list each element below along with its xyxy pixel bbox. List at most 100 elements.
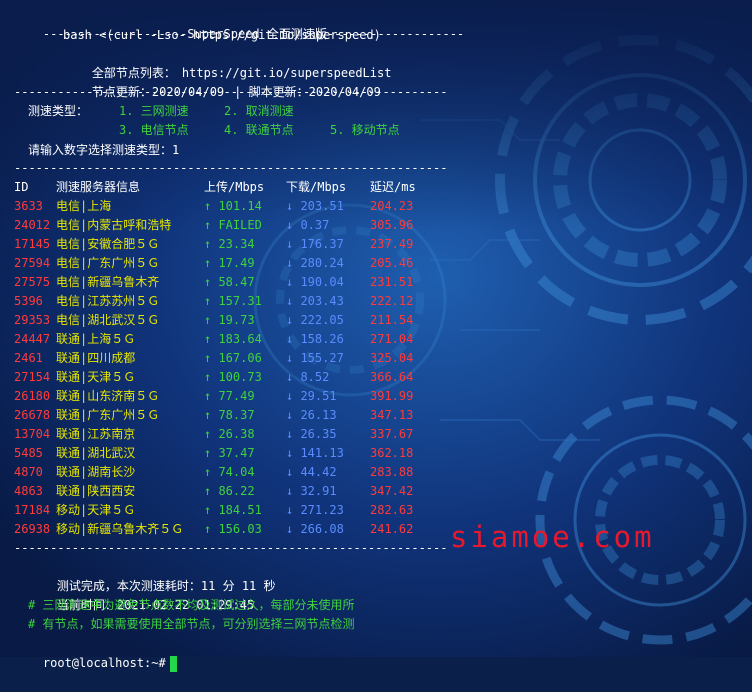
col-header-server: 测速服务器信息 [56,180,141,194]
row-upload: ↑ 77.49 [204,389,255,403]
row-upload: ↑ 157.31 [204,294,262,308]
row-latency: 271.04 [370,332,414,346]
row-latency: 241.62 [370,522,414,536]
menu-type-label: 测速类型： [28,104,89,118]
row-latency: 237.49 [370,237,414,251]
table-row: 2461 联通|四川成都 ↑ 167.06 ↓ 155.27 325.04 [0,349,752,368]
node-list-line: 全部节点列表： https://git.io/superspeedList [63,45,392,80]
table-row: 4863 联通|陕西西安 ↑ 86.22 ↓ 32.91 347.42 [0,482,752,501]
menu-option-5: 5. 移动节点 [330,123,400,137]
row-server: 电信|广东广州５Ｇ [56,256,160,270]
row-id: 27154 [14,370,51,384]
table-row: 27154 联通|天津５Ｇ ↑ 100.73 ↓ 8.52 366.64 [0,368,752,387]
row-download: ↓ 158.26 [286,332,344,346]
row-server: 联通|广东广州５Ｇ [56,408,160,422]
row-upload: ↑ 74.04 [204,465,255,479]
terminal-cursor[interactable] [169,655,177,672]
row-server: 联通|四川成都 [56,351,136,365]
menu-option-3: 3. 电信节点 [119,123,189,137]
table-row: 5396 电信|江苏苏州５Ｇ ↑ 157.31 ↓ 203.43 222.12 [0,292,752,311]
row-latency: 337.67 [370,427,414,441]
menu-prompt: 请输入数字选择测速类型：1 [28,143,180,157]
shell-prompt-line[interactable]: root@localhost:~# [14,635,177,672]
row-upload: ↑ 58.47 [204,275,255,289]
row-download: ↓ 0.37 [286,218,330,232]
row-server: 联通|天津５Ｇ [56,370,136,384]
row-id: 24447 [14,332,51,346]
row-id: 17184 [14,503,51,517]
table-row: 27594 电信|广东广州５Ｇ ↑ 17.49 ↓ 280.24 205.46 [0,254,752,273]
table-row: 17145 电信|安徽合肥５Ｇ ↑ 23.34 ↓ 176.37 237.49 [0,235,752,254]
table-row: 29353 电信|湖北武汉５Ｇ ↑ 19.73 ↓ 222.05 211.54 [0,311,752,330]
row-latency: 282.63 [370,503,414,517]
table-row: 27575 电信|新疆乌鲁木齐 ↑ 58.47 ↓ 190.04 231.51 [0,273,752,292]
row-download: ↓ 44.42 [286,465,337,479]
row-upload: ↑ 86.22 [204,484,255,498]
row-latency: 211.54 [370,313,414,327]
col-header-id: ID [14,180,29,194]
row-download: ↓ 32.91 [286,484,337,498]
row-upload: ↑ FAILED [204,218,262,232]
table-row: 4870 联通|湖南长沙 ↑ 74.04 ↓ 44.42 283.88 [0,463,752,482]
row-latency: 205.46 [370,256,414,270]
row-download: ↓ 29.51 [286,389,337,403]
update-line: 节点更新：2020/04/09 | 脚本更新：2020/04/09 [63,64,381,99]
row-download: ↓ 26.35 [286,427,337,441]
menu-option-2: 2. 取消测速 [224,104,294,118]
row-id: 2461 [14,351,43,365]
col-header-latency: 延迟/ms [370,180,416,194]
row-upload: ↑ 19.73 [204,313,255,327]
row-latency: 362.18 [370,446,414,460]
header-title-line: --------------------SuperSpeed 全面测速版----… [14,6,464,41]
row-id: 29353 [14,313,51,327]
row-id: 4863 [14,484,43,498]
row-upload: ↑ 101.14 [204,199,262,213]
table-row: 26678 联通|广东广州５Ｇ ↑ 78.37 ↓ 26.13 347.13 [0,406,752,425]
row-download: ↓ 266.08 [286,522,344,536]
row-latency: 204.23 [370,199,414,213]
row-id: 13704 [14,427,51,441]
row-server: 移动|天津５Ｇ [56,503,136,517]
row-latency: 347.13 [370,408,414,422]
table-row: 17184 移动|天津５Ｇ ↑ 184.51 ↓ 271.23 282.63 [0,501,752,520]
row-download: ↓ 203.43 [286,294,344,308]
row-upload: ↑ 100.73 [204,370,262,384]
row-id: 24012 [14,218,51,232]
table-row: 5485 联通|湖北武汉 ↑ 37.47 ↓ 141.13 362.18 [0,444,752,463]
row-id: 26938 [14,522,51,536]
separator-1: ----------------------------------------… [14,85,448,99]
row-id: 27594 [14,256,51,270]
row-upload: ↑ 184.51 [204,503,262,517]
row-upload: ↑ 23.34 [204,237,255,251]
row-download: ↓ 8.52 [286,370,330,384]
row-server: 联通|山东济南５Ｇ [56,389,160,403]
note-line-1: # 三网测速中为避免节点数不均及测试过久，每部分未使用所 [28,598,355,612]
row-server: 电信|新疆乌鲁木齐 [56,275,160,289]
row-latency: 305.96 [370,218,414,232]
row-latency: 391.99 [370,389,414,403]
table-row: 13704 联通|江苏南京 ↑ 26.38 ↓ 26.35 337.67 [0,425,752,444]
row-id: 26678 [14,408,51,422]
row-upload: ↑ 167.06 [204,351,262,365]
row-server: 联通|江苏南京 [56,427,136,441]
row-download: ↓ 176.37 [286,237,344,251]
bash-command: bash <(curl -Lso- https://git.io/supersp… [63,28,381,42]
test-complete-line: 测试完成，本次测速耗时：11 分 11 秒 [28,558,276,593]
separator-3: ----------------------------------------… [14,541,448,555]
row-server: 联通|陕西西安 [56,484,136,498]
table-row: 3633 电信|上海 ↑ 101.14 ↓ 203.51 204.23 [0,197,752,216]
row-download: ↓ 155.27 [286,351,344,365]
terminal: --------------------SuperSpeed 全面测速版----… [0,0,752,672]
row-latency: 347.42 [370,484,414,498]
row-id: 27575 [14,275,51,289]
row-download: ↓ 271.23 [286,503,344,517]
row-latency: 231.51 [370,275,414,289]
row-upload: ↑ 78.37 [204,408,255,422]
row-id: 5396 [14,294,43,308]
row-upload: ↑ 156.03 [204,522,262,536]
row-latency: 325.04 [370,351,414,365]
row-id: 5485 [14,446,43,460]
row-download: ↓ 141.13 [286,446,344,460]
watermark: siamoe.com [450,520,655,554]
row-download: ↓ 190.04 [286,275,344,289]
